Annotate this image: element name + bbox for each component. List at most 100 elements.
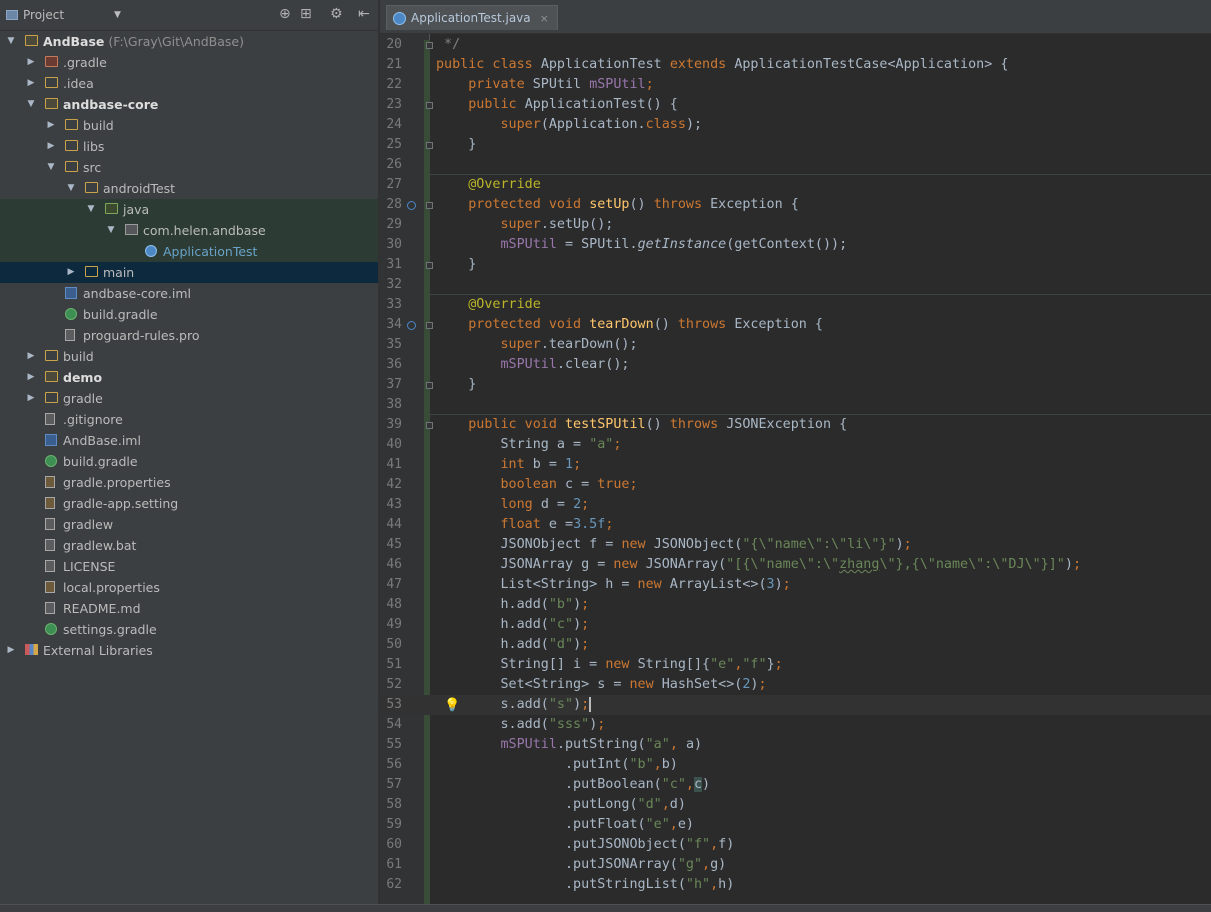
fold-marker-icon[interactable]: [426, 382, 433, 389]
code-line[interactable]: 62 .putStringList("h",h): [380, 875, 1211, 895]
tree-item[interactable]: andbase-core.iml: [0, 283, 378, 304]
tree-item[interactable]: .gitignore: [0, 409, 378, 430]
code-line[interactable]: 22 private SPUtil mSPUtil;: [380, 75, 1211, 95]
fold-marker-icon[interactable]: [426, 202, 433, 209]
code-line[interactable]: 29 super.setUp();: [380, 215, 1211, 235]
project-view-selector[interactable]: Project ▼: [6, 8, 121, 22]
tree-item[interactable]: ▶ .idea: [0, 73, 378, 94]
code-line[interactable]: 51 String[] i = new String[]{"e","f"};: [380, 655, 1211, 675]
tree-item[interactable]: gradlew.bat: [0, 535, 378, 556]
code-line[interactable]: 32: [380, 275, 1211, 295]
collapse-arrow-icon[interactable]: ▶: [6, 640, 16, 661]
code-line[interactable]: 57 .putBoolean("c",c): [380, 775, 1211, 795]
code-line[interactable]: 23 public ApplicationTest() {: [380, 95, 1211, 115]
code-line[interactable]: 47 List<String> h = new ArrayList<>(3);: [380, 575, 1211, 595]
fold-marker-icon[interactable]: [426, 42, 433, 49]
tree-item[interactable]: ▶ build: [0, 115, 378, 136]
tree-item[interactable]: local.properties: [0, 577, 378, 598]
code-line[interactable]: 53 💡 s.add("s");: [380, 695, 1211, 715]
collapse-arrow-icon[interactable]: ▶: [26, 388, 36, 409]
tree-item[interactable]: ▶ .gradle: [0, 52, 378, 73]
code-line[interactable]: 46 JSONArray g = new JSONArray("[{\"name…: [380, 555, 1211, 575]
fold-marker-icon[interactable]: [426, 102, 433, 109]
collapse-arrow-icon[interactable]: ▶: [46, 136, 56, 157]
collapse-arrow-icon[interactable]: ▶: [46, 115, 56, 136]
code-line[interactable]: 55 mSPUtil.putString("a", a): [380, 735, 1211, 755]
tree-item[interactable]: build.gradle: [0, 304, 378, 325]
tree-item[interactable]: ApplicationTest: [0, 241, 378, 262]
code-line[interactable]: 34 protected void tearDown() throws Exce…: [380, 315, 1211, 335]
code-line[interactable]: 24 super(Application.class);: [380, 115, 1211, 135]
code-line[interactable]: 21 public class ApplicationTest extends A…: [380, 55, 1211, 75]
code-line[interactable]: 43 long d = 2;: [380, 495, 1211, 515]
code-line[interactable]: 42 boolean c = true;: [380, 475, 1211, 495]
fold-marker-icon[interactable]: [426, 422, 433, 429]
collapse-arrow-icon[interactable]: ▶: [66, 262, 76, 283]
expand-arrow-icon[interactable]: ▼: [46, 157, 56, 178]
hide-panel-icon[interactable]: ⇤: [358, 6, 370, 22]
tab-application-test[interactable]: ApplicationTest.java ×: [386, 5, 558, 30]
tree-item[interactable]: ▼ java: [0, 199, 378, 220]
code-line[interactable]: 26: [380, 155, 1211, 175]
tree-item[interactable]: ▶ demo: [0, 367, 378, 388]
tree-item[interactable]: ▼ AndBase (F:\Gray\Git\AndBase): [0, 31, 378, 52]
collapse-arrow-icon[interactable]: ▶: [26, 73, 36, 94]
code-line[interactable]: 41 int b = 1;: [380, 455, 1211, 475]
code-line[interactable]: 44 float e =3.5f;: [380, 515, 1211, 535]
tree-item[interactable]: ▶ gradle: [0, 388, 378, 409]
code-line[interactable]: 58 .putLong("d",d): [380, 795, 1211, 815]
collapse-arrow-icon[interactable]: ▶: [26, 346, 36, 367]
code-line[interactable]: 54 s.add("sss");: [380, 715, 1211, 735]
override-marker-icon[interactable]: [407, 321, 416, 330]
expand-arrow-icon[interactable]: ▼: [6, 31, 16, 52]
tree-item[interactable]: ▶ main: [0, 262, 378, 283]
expand-arrow-icon[interactable]: ▼: [66, 178, 76, 199]
expand-arrow-icon[interactable]: ▼: [26, 94, 36, 115]
tree-item[interactable]: ▼ com.helen.andbase: [0, 220, 378, 241]
tree-item[interactable]: gradle-app.setting: [0, 493, 378, 514]
code-line[interactable]: 50 h.add("d");: [380, 635, 1211, 655]
tree-item[interactable]: proguard-rules.pro: [0, 325, 378, 346]
tree-item[interactable]: ▶ build: [0, 346, 378, 367]
fold-marker-icon[interactable]: [426, 322, 433, 329]
code-line[interactable]: 60 .putJSONObject("f",f): [380, 835, 1211, 855]
fold-marker-icon[interactable]: [426, 262, 433, 269]
tree-item[interactable]: README.md: [0, 598, 378, 619]
code-line[interactable]: 48 h.add("b");: [380, 595, 1211, 615]
tree-item[interactable]: build.gradle: [0, 451, 378, 472]
tree-item[interactable]: settings.gradle: [0, 619, 378, 640]
code-line[interactable]: 33 @Override: [380, 295, 1211, 315]
expand-arrow-icon[interactable]: ▼: [106, 220, 116, 241]
code-line[interactable]: 27 @Override: [380, 175, 1211, 195]
code-line[interactable]: 49 h.add("c");: [380, 615, 1211, 635]
code-line[interactable]: 30 mSPUtil = SPUtil.getInstance(getConte…: [380, 235, 1211, 255]
expand-arrow-icon[interactable]: ▼: [86, 199, 96, 220]
code-line[interactable]: 39 public void testSPUtil() throws JSONE…: [380, 415, 1211, 435]
tree-item[interactable]: AndBase.iml: [0, 430, 378, 451]
code-line[interactable]: 28 protected void setUp() throws Excepti…: [380, 195, 1211, 215]
gear-icon[interactable]: ⚙: [330, 6, 343, 22]
tree-item[interactable]: LICENSE: [0, 556, 378, 577]
tree-item[interactable]: ▶ External Libraries: [0, 640, 378, 661]
code-line[interactable]: 45 JSONObject f = new JSONObject("{\"nam…: [380, 535, 1211, 555]
tree-item[interactable]: ▶ libs: [0, 136, 378, 157]
code-line[interactable]: 40 String a = "a";: [380, 435, 1211, 455]
locate-icon[interactable]: ⊕: [279, 6, 291, 22]
tree-item[interactable]: ▼ src: [0, 157, 378, 178]
code-line[interactable]: 35 super.tearDown();: [380, 335, 1211, 355]
code-line[interactable]: 31 }: [380, 255, 1211, 275]
tree-item[interactable]: ▼ andbase-core: [0, 94, 378, 115]
tree-item[interactable]: gradle.properties: [0, 472, 378, 493]
tree-item[interactable]: ▼ androidTest: [0, 178, 378, 199]
code-line[interactable]: 20 */: [380, 35, 1211, 55]
code-line[interactable]: 59 .putFloat("e",e): [380, 815, 1211, 835]
split-icon[interactable]: ⊞: [300, 6, 312, 22]
code-line[interactable]: 38: [380, 395, 1211, 415]
code-line[interactable]: 61 .putJSONArray("g",g): [380, 855, 1211, 875]
close-icon[interactable]: ×: [540, 12, 549, 25]
code-line[interactable]: 25 }: [380, 135, 1211, 155]
collapse-arrow-icon[interactable]: ▶: [26, 52, 36, 73]
code-line[interactable]: 36 mSPUtil.clear();: [380, 355, 1211, 375]
fold-marker-icon[interactable]: [426, 142, 433, 149]
collapse-arrow-icon[interactable]: ▶: [26, 367, 36, 388]
